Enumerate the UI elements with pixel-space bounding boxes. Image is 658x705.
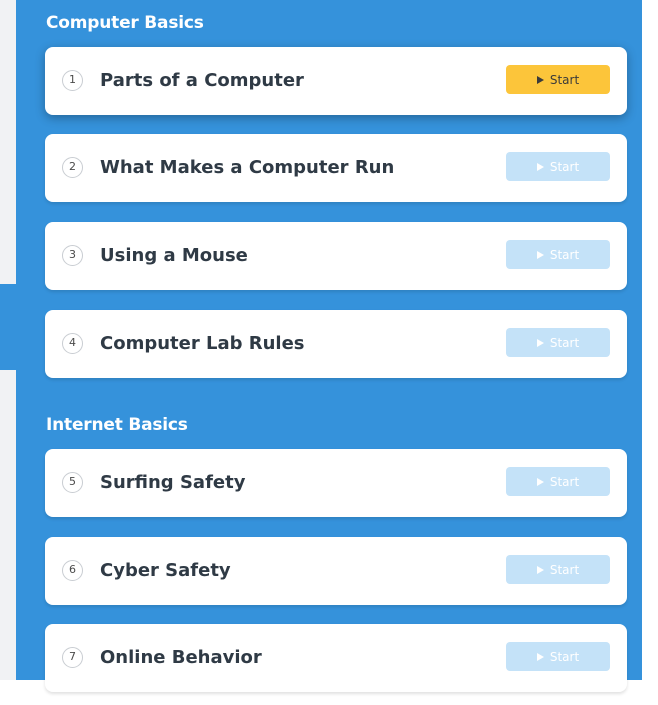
play-icon <box>536 75 544 84</box>
lesson-title: Parts of a Computer <box>100 70 304 91</box>
section-title-computer-basics: Computer Basics <box>46 13 204 33</box>
lesson-title: Using a Mouse <box>100 245 248 266</box>
start-label: Start <box>549 562 580 577</box>
start-button[interactable]: Start <box>506 642 610 671</box>
start-label: Start <box>549 474 580 489</box>
lesson-card[interactable]: 6 Cyber Safety Start <box>45 537 627 605</box>
lessons-panel: Computer Basics 1 Parts of a Computer St… <box>16 0 642 692</box>
lesson-card[interactable]: 5 Surfing Safety Start <box>45 449 627 517</box>
start-label: Start <box>549 335 580 350</box>
lesson-number: 6 <box>62 560 83 581</box>
start-button[interactable]: Start <box>506 65 610 94</box>
lesson-list-view: Computer Basics 1 Parts of a Computer St… <box>0 0 658 705</box>
start-label: Start <box>549 247 580 262</box>
lesson-card[interactable]: 2 What Makes a Computer Run Start <box>45 134 627 202</box>
lesson-number: 5 <box>62 472 83 493</box>
lesson-number: 7 <box>62 647 83 668</box>
lesson-number: 4 <box>62 333 83 354</box>
lesson-number: 2 <box>62 157 83 178</box>
start-button[interactable]: Start <box>506 467 610 496</box>
play-icon <box>536 162 544 171</box>
start-button[interactable]: Start <box>506 555 610 584</box>
lesson-title: Online Behavior <box>100 647 262 668</box>
lesson-card[interactable]: 7 Online Behavior Start <box>45 624 627 692</box>
lesson-title: What Makes a Computer Run <box>100 157 395 178</box>
lesson-card[interactable]: 1 Parts of a Computer Start <box>45 47 627 115</box>
start-label: Start <box>549 159 580 174</box>
lesson-title: Computer Lab Rules <box>100 333 305 354</box>
lesson-card[interactable]: 3 Using a Mouse Start <box>45 222 627 290</box>
play-icon <box>536 652 544 661</box>
play-icon <box>536 338 544 347</box>
lesson-title: Surfing Safety <box>100 472 246 493</box>
sidebar-active-indicator <box>0 284 16 370</box>
play-icon <box>536 477 544 486</box>
start-label: Start <box>549 649 580 664</box>
play-icon <box>536 565 544 574</box>
start-button[interactable]: Start <box>506 152 610 181</box>
start-label: Start <box>549 72 580 87</box>
section-title-internet-basics: Internet Basics <box>46 415 188 435</box>
start-button[interactable]: Start <box>506 328 610 357</box>
play-icon <box>536 250 544 259</box>
lesson-card[interactable]: 4 Computer Lab Rules Start <box>45 310 627 378</box>
start-button[interactable]: Start <box>506 240 610 269</box>
lesson-number: 1 <box>62 70 83 91</box>
lesson-number: 3 <box>62 245 83 266</box>
lesson-title: Cyber Safety <box>100 560 231 581</box>
